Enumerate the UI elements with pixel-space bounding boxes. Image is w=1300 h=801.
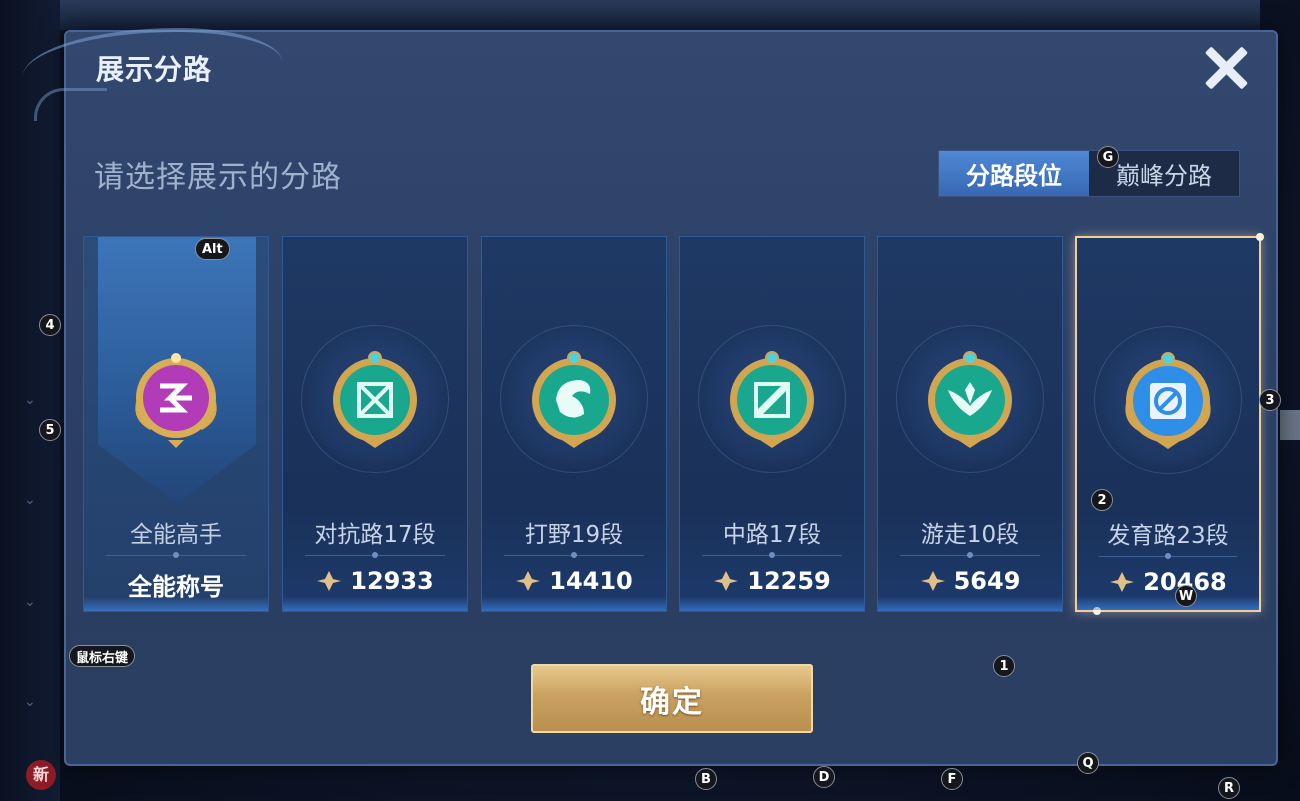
hotkey-badge-5: 5 <box>39 419 61 441</box>
score-value: 5649 <box>953 567 1021 595</box>
new-badge: 新 <box>26 760 56 790</box>
farm-lane-emblem-icon <box>1125 352 1211 449</box>
card-score: 12933 <box>283 567 467 595</box>
chevron-down-icon: ⌄ <box>24 392 36 408</box>
corner-dot <box>1256 233 1264 241</box>
rank-points-icon <box>1110 572 1135 592</box>
card-glow <box>878 597 1062 611</box>
hotkey-badge-3: 3 <box>1259 389 1281 411</box>
lane-card-all-round[interactable]: 全能高手 全能称号 <box>83 236 269 612</box>
hotkey-badge-q: Q <box>1077 752 1099 774</box>
card-score: 20468 <box>1077 568 1259 596</box>
rank-points-icon <box>516 571 541 591</box>
card-label: 打野19段 <box>524 522 624 548</box>
hotkey-badge-f: F <box>941 768 963 790</box>
hotkey-badge-w: W <box>1175 585 1197 607</box>
card-glow <box>283 597 467 611</box>
rank-points-icon <box>714 571 739 591</box>
dialog-title: 展示分路 <box>96 53 213 86</box>
lane-card-farm[interactable]: 发育路23段 20468 <box>1075 233 1264 615</box>
hotkey-badge-2: 2 <box>1091 489 1113 511</box>
lane-card-roam[interactable]: 游走10段 5649 <box>877 236 1063 612</box>
roam-emblem-icon <box>928 351 1012 448</box>
hotkey-badge-right-click: 鼠标右键 <box>69 645 136 667</box>
card-score: 12259 <box>680 567 864 595</box>
jungle-emblem-icon <box>532 351 616 448</box>
card-glow <box>680 597 864 611</box>
hotkey-badge-alt: Alt <box>195 238 230 260</box>
card-glow <box>1077 596 1259 610</box>
hotkey-badge-d: D <box>813 766 835 788</box>
lane-card-jungle[interactable]: 打野19段 14410 <box>481 236 667 612</box>
card-label: 发育路23段 <box>1107 523 1229 549</box>
score-value: 14410 <box>549 567 633 595</box>
chevron-down-icon: ⌄ <box>24 694 36 710</box>
tab-lane-rank[interactable]: 分路段位 <box>939 151 1089 196</box>
card-label: 全能高手 <box>130 522 222 548</box>
clash-lane-emblem-icon <box>333 351 417 448</box>
score-value: 12933 <box>350 567 434 595</box>
rank-points-icon <box>317 571 342 591</box>
all-round-emblem-icon <box>135 353 217 448</box>
chevron-down-icon: ⌄ <box>24 492 36 508</box>
mid-lane-emblem-icon <box>730 351 814 448</box>
lane-card-mid[interactable]: 中路17段 12259 <box>679 236 865 612</box>
card-score: 5649 <box>878 567 1062 595</box>
chevron-down-icon: ⌄ <box>24 594 36 610</box>
rank-points-icon <box>920 571 945 591</box>
hotkey-badge-b: B <box>695 768 717 790</box>
background-top-bar <box>60 0 1260 30</box>
lane-card-clash[interactable]: 对抗路17段 12933 <box>282 236 468 612</box>
card-score: 14410 <box>482 567 666 595</box>
hotkey-badge-1: 1 <box>993 655 1015 677</box>
hotkey-badge-4: 4 <box>39 314 61 336</box>
card-label: 游走10段 <box>920 522 1020 548</box>
confirm-button[interactable]: 确定 <box>531 664 813 733</box>
score-value: 12259 <box>747 567 831 595</box>
card-label: 对抗路17段 <box>314 522 436 548</box>
card-divider <box>305 552 445 558</box>
card-label: 中路17段 <box>722 522 822 548</box>
close-icon[interactable] <box>1198 40 1254 96</box>
card-glow <box>84 597 268 611</box>
background-panel-edge <box>1280 410 1300 440</box>
card-glow <box>482 597 666 611</box>
card-divider <box>504 552 644 558</box>
card-divider <box>900 552 1040 558</box>
card-divider <box>702 552 842 558</box>
hotkey-badge-g: G <box>1097 146 1119 168</box>
dialog-subtitle: 请选择展示的分路 <box>94 160 342 195</box>
card-divider <box>106 552 246 558</box>
hotkey-badge-r: R <box>1218 777 1240 799</box>
card-divider <box>1099 553 1237 559</box>
tab-bar: 分路段位 巅峰分路 <box>938 150 1240 197</box>
